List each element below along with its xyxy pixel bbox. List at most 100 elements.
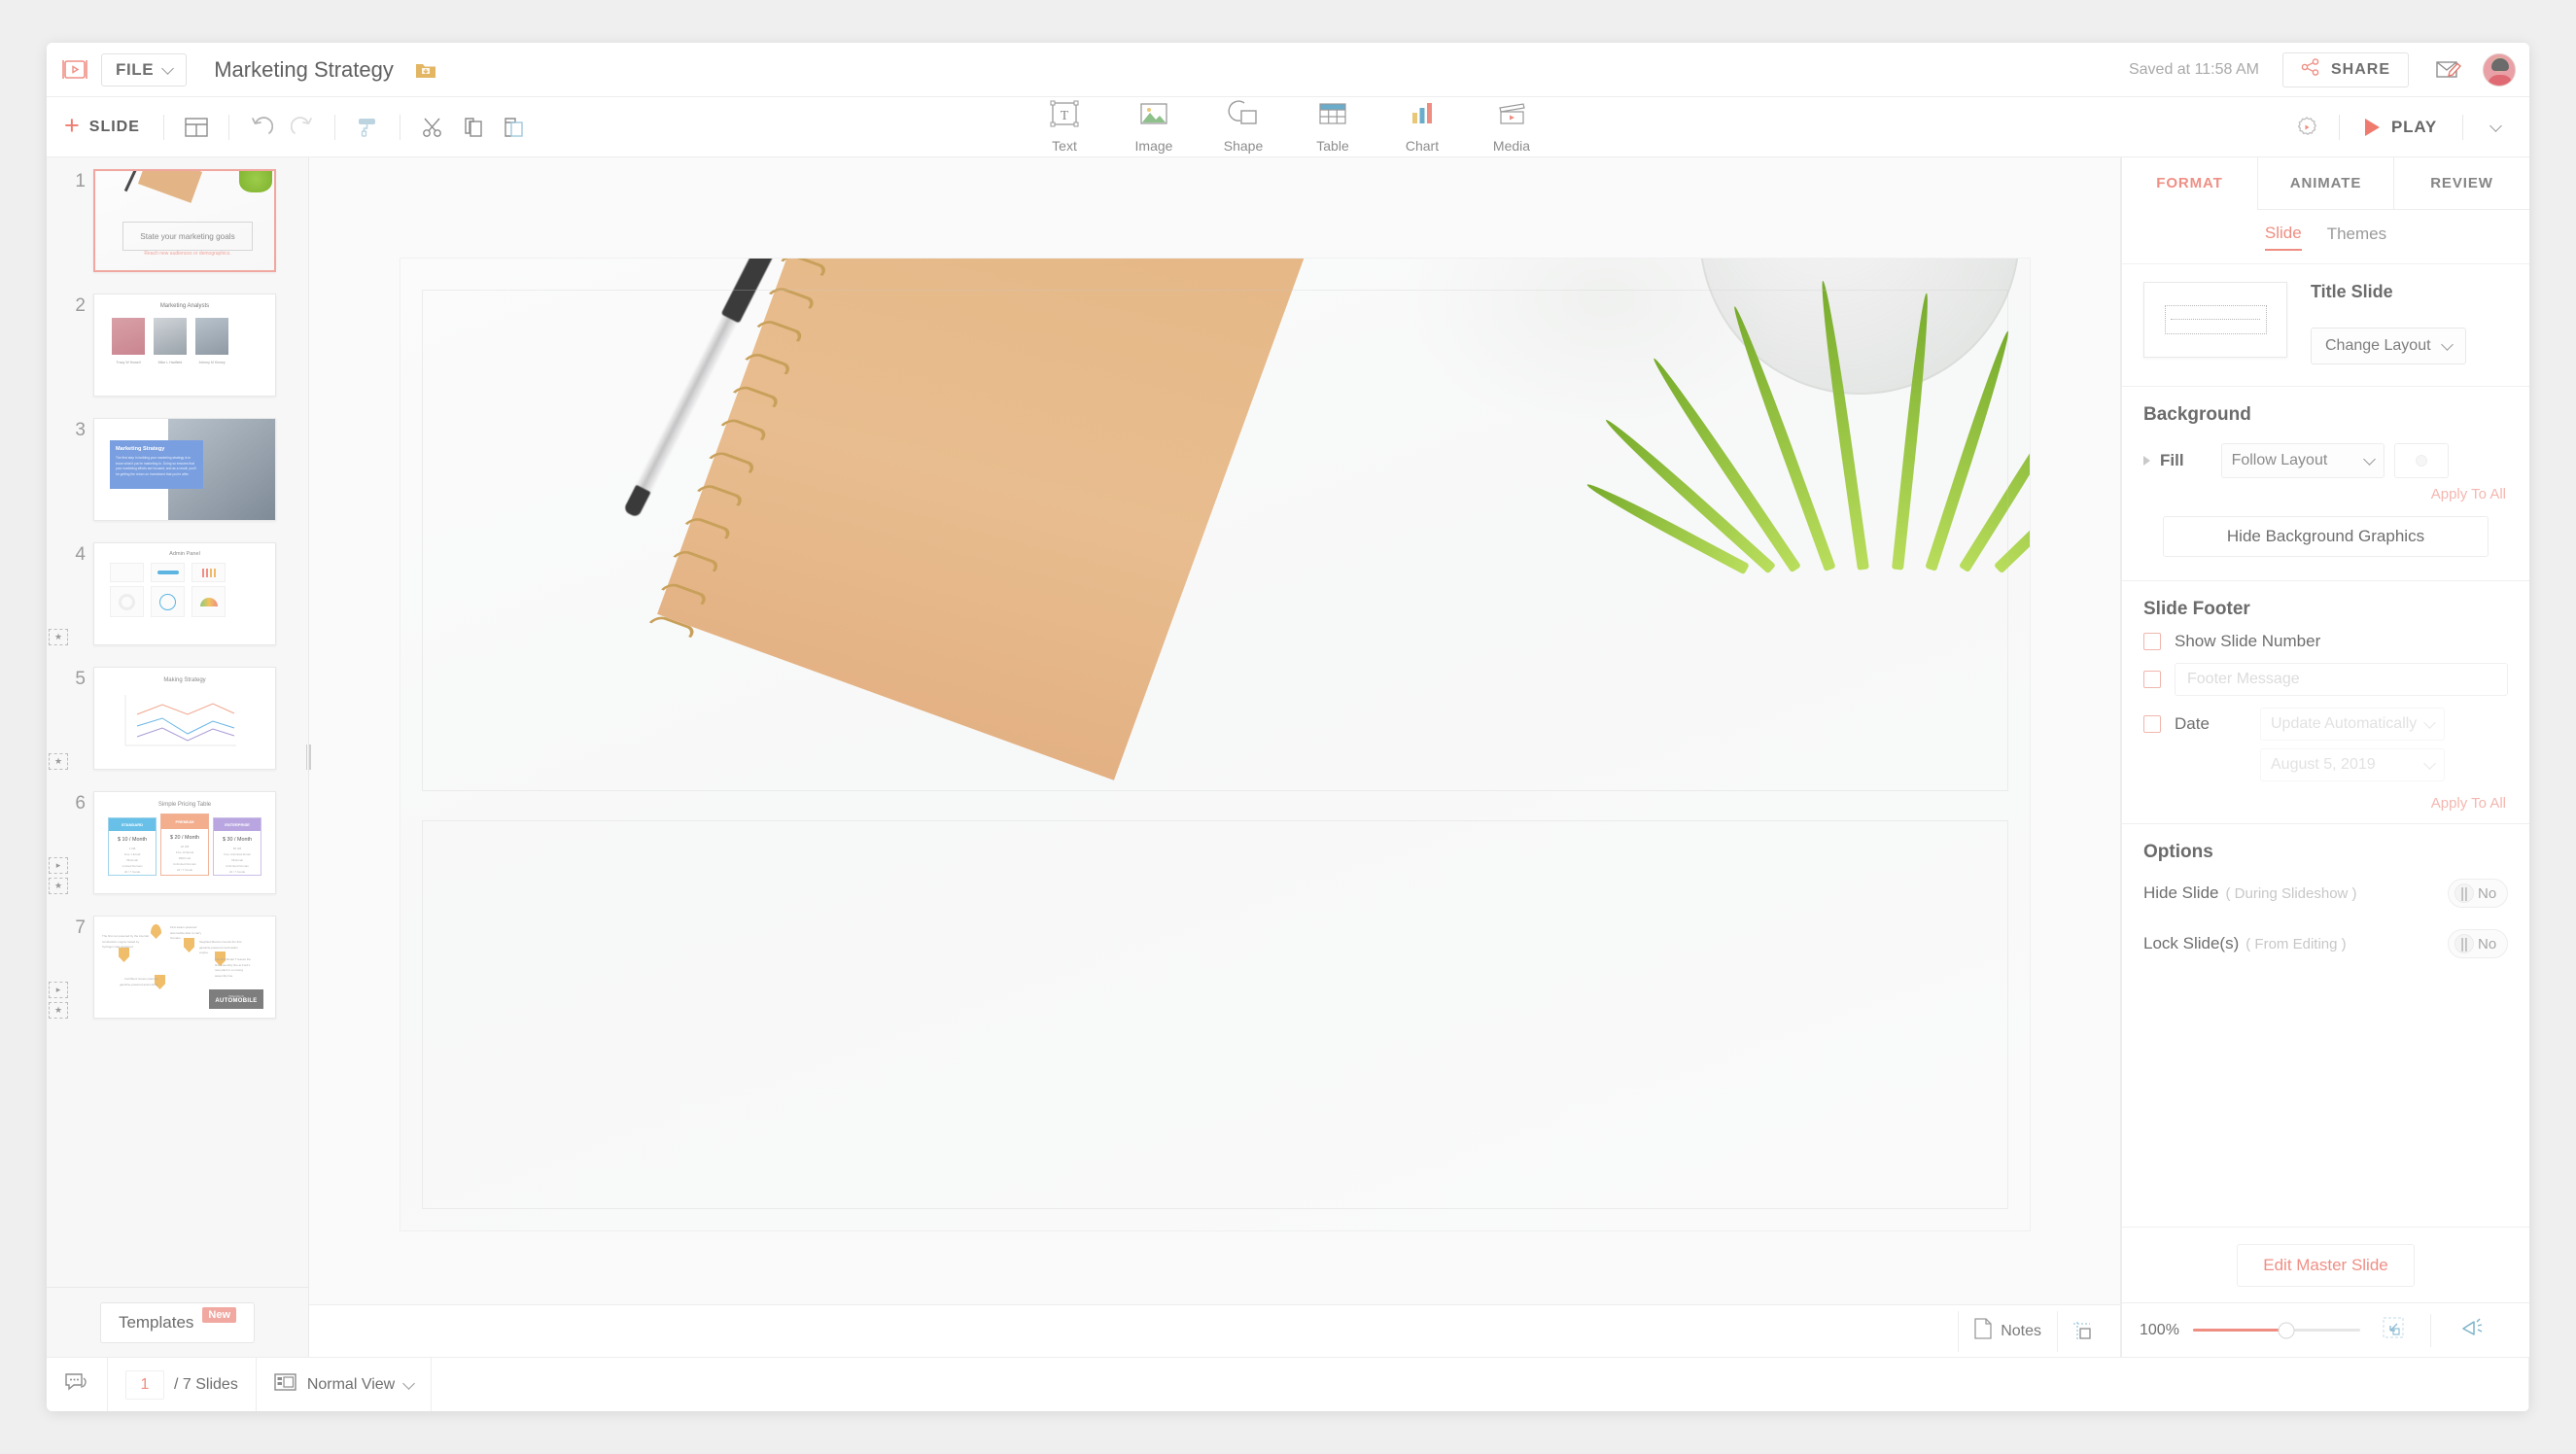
insert-media-button[interactable]: Media [1467, 99, 1556, 154]
hide-background-graphics-button[interactable]: Hide Background Graphics [2163, 516, 2489, 557]
insert-chart-button[interactable]: Chart [1377, 99, 1467, 154]
panel-resize-handle[interactable] [304, 744, 312, 770]
date-value-row[interactable]: August 5, 2019 [2122, 741, 2529, 781]
file-menu-label: FILE [116, 59, 155, 79]
slide-thumbnail-5[interactable]: 5 Making Strategy ★ [47, 667, 308, 770]
mail-edit-icon[interactable] [2436, 60, 2461, 80]
date-mode-select[interactable]: Update Automatically [2260, 708, 2445, 741]
tab-animate[interactable]: ANIMATE [2257, 157, 2393, 210]
footer-message-row[interactable]: Footer Message [2122, 651, 2529, 696]
insert-image-button[interactable]: Image [1109, 99, 1199, 154]
body-placeholder[interactable] [421, 820, 2008, 1209]
edit-master-slide-button[interactable]: Edit Master Slide [2237, 1243, 2415, 1287]
document-title[interactable]: Marketing Strategy [214, 57, 394, 83]
plus-icon: + [64, 110, 81, 140]
slide-thumbnail-3[interactable]: 3 Marketing Strategy The first step in b… [47, 418, 308, 521]
toggle-knob: || [2454, 934, 2474, 953]
page-indicator: 1 / 7 Slides [108, 1357, 257, 1411]
transition-icon: ▸ [49, 857, 68, 874]
slide-thumbnail-4[interactable]: 4 Admin Panel ★ [47, 542, 308, 645]
footer-message-checkbox[interactable] [2143, 671, 2161, 688]
color-swatch-icon[interactable] [2393, 443, 2449, 478]
lock-slides-toggle[interactable]: || No [2448, 929, 2508, 958]
redo-icon[interactable] [282, 108, 323, 147]
normal-view-icon [274, 1372, 297, 1397]
triangle-right-icon[interactable] [2143, 456, 2150, 466]
slide-preview[interactable]: Simple Pricing Table STANDARD $ 10 / Mon… [93, 791, 276, 894]
slide-thumbnail-list[interactable]: 1 State your marketing goals Reach new a… [47, 157, 308, 1287]
hide-slide-label: Hide Slide [2143, 883, 2219, 902]
paint-roller-icon[interactable] [347, 108, 388, 147]
undo-icon[interactable] [241, 108, 282, 147]
copy-icon[interactable] [453, 108, 494, 147]
subtab-themes[interactable]: Themes [2327, 225, 2386, 250]
slide-preview[interactable]: Marketing Analysts Tracy W Howell Mike L… [93, 294, 276, 397]
layout-preview[interactable] [2143, 282, 2287, 358]
insert-text-button[interactable]: T Text [1020, 99, 1109, 154]
slide-thumbnail-7[interactable]: 7 The first car powered by the internal … [47, 916, 308, 1019]
animation-icon: ★ [49, 629, 68, 645]
slide-layout-icon[interactable] [176, 108, 217, 147]
background-apply-to-all[interactable]: Apply To All [2122, 478, 2529, 502]
slide-thumbnail-1[interactable]: 1 State your marketing goals Reach new a… [47, 169, 308, 272]
slide-title-text: State your marketing goals [140, 231, 235, 241]
tab-format[interactable]: FORMAT [2122, 157, 2257, 210]
slide-preview[interactable]: Marketing Strategy The first step in bui… [93, 418, 276, 521]
play-button[interactable]: PLAY [2351, 118, 2451, 137]
insert-shape-button[interactable]: Shape [1199, 99, 1288, 154]
editor-body: 1 State your marketing goals Reach new a… [47, 157, 2529, 1357]
lock-slides-row: Lock Slide(s) ( From Editing ) || No [2122, 908, 2529, 958]
templates-bar: Templates New [47, 1287, 308, 1357]
page-total-label: / 7 Slides [174, 1375, 238, 1393]
add-slide-label: SLIDE [88, 118, 140, 135]
subtab-slide[interactable]: Slide [2264, 224, 2302, 251]
slide-canvas[interactable] [400, 259, 2030, 1230]
hide-slide-toggle[interactable]: || No [2448, 879, 2508, 908]
gear-icon[interactable] [2286, 108, 2327, 147]
notes-button[interactable]: Notes [1958, 1310, 2058, 1352]
guides-grid-icon[interactable] [2058, 1311, 2106, 1352]
slide-preview[interactable]: Admin Panel [93, 542, 276, 645]
slide-preview[interactable]: State your marketing goals Reach new aud… [93, 169, 276, 272]
status-bar: 1 / 7 Slides Normal View [47, 1357, 2529, 1411]
show-slide-number-row[interactable]: Show Slide Number [2122, 620, 2529, 651]
user-avatar[interactable] [2483, 52, 2516, 87]
tab-review[interactable]: REVIEW [2393, 157, 2529, 210]
file-menu-button[interactable]: FILE [101, 52, 188, 87]
folder-download-icon[interactable] [415, 60, 436, 80]
play-options-chevron-down-icon[interactable] [2475, 108, 2516, 147]
date-value-select[interactable]: August 5, 2019 [2260, 748, 2445, 781]
date-checkbox[interactable] [2143, 715, 2161, 733]
notes-label: Notes [2001, 1322, 2041, 1339]
date-row[interactable]: Date Update Automatically [2122, 696, 2529, 741]
footer-message-input[interactable]: Footer Message [2175, 663, 2508, 696]
fit-to-screen-icon[interactable] [2382, 1316, 2405, 1344]
templates-button[interactable]: Templates New [99, 1301, 256, 1343]
insert-table-button[interactable]: Table [1288, 99, 1377, 154]
zoom-slider-handle[interactable] [2278, 1322, 2295, 1338]
slide-preview[interactable]: Making Strategy [93, 667, 276, 770]
scissors-icon[interactable] [412, 108, 453, 147]
fill-select[interactable]: Follow Layout [2220, 443, 2385, 478]
share-button[interactable]: SHARE [2281, 52, 2409, 87]
slide-canvas-area[interactable]: Notes [309, 157, 2121, 1357]
animation-icon: ★ [49, 1002, 68, 1019]
view-mode-selector[interactable]: Normal View [257, 1357, 433, 1411]
current-page-input[interactable]: 1 [125, 1369, 164, 1400]
slide-preview[interactable]: The first car powered by the internal co… [93, 916, 276, 1019]
add-slide-button[interactable]: + SLIDE [56, 110, 152, 140]
insert-chart-label: Chart [1405, 138, 1440, 154]
paste-icon[interactable] [494, 108, 535, 147]
slide-thumbnail-6[interactable]: 6 Simple Pricing Table STANDARD $ 10 / M… [47, 791, 308, 894]
title-placeholder[interactable] [421, 290, 2008, 791]
footer-apply-to-all[interactable]: Apply To All [2122, 781, 2529, 812]
layout-section: Title Slide Change Layout [2122, 264, 2529, 364]
presentation-logo-icon[interactable] [58, 55, 91, 85]
show-slide-number-checkbox[interactable] [2143, 633, 2161, 650]
slide-thumbnail-2[interactable]: 2 Marketing Analysts Tracy W Howell Mike… [47, 294, 308, 397]
lock-slides-value: No [2478, 935, 2497, 952]
megaphone-icon[interactable] [2445, 1317, 2501, 1343]
change-layout-button[interactable]: Change Layout [2311, 328, 2466, 364]
zoom-slider[interactable] [2192, 1322, 2360, 1338]
comment-button[interactable] [47, 1357, 108, 1411]
